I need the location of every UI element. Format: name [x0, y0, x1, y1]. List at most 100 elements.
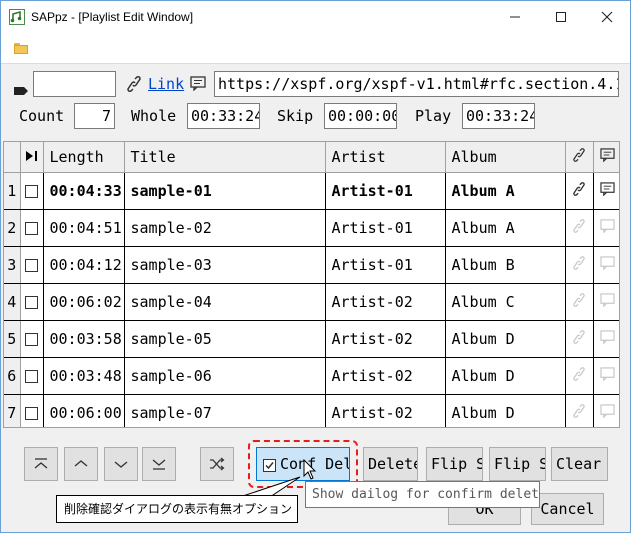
delete-button[interactable]: Delete: [363, 447, 418, 481]
header-link-icon[interactable]: [565, 142, 594, 173]
open-folder-icon[interactable]: [14, 43, 28, 54]
chevron-down-icon: [114, 461, 128, 468]
table-row[interactable]: 2 00:04:51 sample-02 Artist-01 Album A: [4, 209, 619, 247]
count-field: 7: [74, 103, 115, 129]
move-down-button[interactable]: [104, 447, 138, 481]
cell-length[interactable]: 00:04:12: [43, 246, 125, 284]
row-checkbox[interactable]: [20, 209, 44, 247]
minimize-button[interactable]: [492, 1, 538, 32]
move-up-button[interactable]: [64, 447, 98, 481]
table-row[interactable]: 5 00:03:58 sample-05 Artist-02 Album D: [4, 320, 619, 358]
tag-icon: [14, 80, 28, 95]
whole-field: 00:33:24: [187, 103, 260, 129]
cell-artist[interactable]: Artist-01: [325, 172, 446, 210]
cell-title[interactable]: sample-06: [124, 357, 326, 395]
close-button[interactable]: [584, 1, 630, 32]
header-comment-icon[interactable]: [593, 142, 619, 173]
row-checkbox[interactable]: [20, 246, 44, 284]
cell-artist[interactable]: Artist-02: [325, 283, 446, 321]
row-link-icon[interactable]: [565, 283, 594, 321]
row-number: 4: [4, 283, 21, 321]
move-bottom-button[interactable]: [142, 447, 176, 481]
table-row[interactable]: 3 00:04:12 sample-03 Artist-01 Album B: [4, 246, 619, 284]
cell-artist[interactable]: Artist-02: [325, 357, 446, 395]
url-input[interactable]: https://xspf.org/xspf-v1.html#rfc.sectio…: [214, 71, 619, 97]
table-row[interactable]: 6 00:03:48 sample-06 Artist-02 Album D: [4, 357, 619, 395]
window-title: SAPpz - [Playlist Edit Window]: [31, 9, 194, 24]
cell-album[interactable]: Album B: [445, 246, 566, 284]
clear-button[interactable]: Clear: [551, 447, 608, 481]
cell-length[interactable]: 00:03:58: [43, 320, 125, 358]
row-comment-icon[interactable]: [593, 209, 619, 247]
whole-label: Whole: [131, 107, 177, 125]
header-artist[interactable]: Artist: [325, 142, 446, 173]
row-link-icon[interactable]: [565, 172, 594, 210]
table-row[interactable]: 1 00:04:33 sample-01 Artist-01 Album A: [4, 172, 619, 210]
row-checkbox[interactable]: [20, 394, 44, 427]
cell-album[interactable]: Album A: [445, 209, 566, 247]
skip-label: Skip: [277, 107, 314, 125]
annotation-callout: 削除確認ダイアログの表示有無オプション: [56, 495, 298, 523]
flip-skip-button-2[interactable]: Flip S: [489, 447, 546, 481]
tooltip: Show dailog for confirm delete.: [305, 481, 540, 508]
tag-input[interactable]: [33, 71, 116, 97]
row-checkbox[interactable]: [20, 172, 44, 210]
cell-title[interactable]: sample-03: [124, 246, 326, 284]
cell-length[interactable]: 00:06:02: [43, 283, 125, 321]
row-checkbox[interactable]: [20, 320, 44, 358]
shuffle-button[interactable]: [200, 447, 234, 481]
row-number: 6: [4, 357, 21, 395]
row-link-icon[interactable]: [565, 394, 594, 427]
cell-length[interactable]: 00:04:33: [43, 172, 125, 210]
row-link-icon[interactable]: [565, 320, 594, 358]
table-row[interactable]: 4 00:06:02 sample-04 Artist-02 Album C: [4, 283, 619, 321]
table-row[interactable]: 7 00:06:00 sample-07 Artist-02 Album D: [4, 394, 619, 427]
cell-album[interactable]: Album C: [445, 283, 566, 321]
cancel-button[interactable]: Cancel: [531, 493, 604, 525]
header-length[interactable]: Length: [43, 142, 125, 173]
cell-album[interactable]: Album D: [445, 320, 566, 358]
playlist-edit-window: SAPpz - [Playlist Edit Window] Link http…: [0, 0, 631, 533]
play-column-icon[interactable]: [20, 142, 44, 173]
flip-skip-button-1[interactable]: Flip S: [426, 447, 483, 481]
play-label: Play: [415, 107, 452, 125]
toolbar: [1, 32, 630, 64]
header-title[interactable]: Title: [124, 142, 326, 173]
link-icon: [127, 76, 141, 96]
play-field: 00:33:24: [462, 103, 535, 129]
cell-artist[interactable]: Artist-01: [325, 209, 446, 247]
row-link-icon[interactable]: [565, 209, 594, 247]
row-checkbox[interactable]: [20, 357, 44, 395]
row-link-icon[interactable]: [565, 246, 594, 284]
row-comment-icon[interactable]: [593, 172, 619, 210]
cell-album[interactable]: Album D: [445, 357, 566, 395]
link-label[interactable]: Link: [148, 71, 184, 97]
row-comment-icon[interactable]: [593, 283, 619, 321]
chevron-up-icon: [74, 460, 88, 467]
cell-title[interactable]: sample-02: [124, 209, 326, 247]
maximize-button[interactable]: [538, 1, 584, 32]
cell-title[interactable]: sample-01: [124, 172, 326, 210]
cell-artist[interactable]: Artist-01: [325, 246, 446, 284]
cell-length[interactable]: 00:06:00: [43, 394, 125, 427]
row-comment-icon[interactable]: [593, 320, 619, 358]
cell-title[interactable]: sample-07: [124, 394, 326, 427]
cell-artist[interactable]: Artist-02: [325, 320, 446, 358]
cell-artist[interactable]: Artist-02: [325, 394, 446, 427]
row-link-icon[interactable]: [565, 357, 594, 395]
cell-album[interactable]: Album A: [445, 172, 566, 210]
row-comment-icon[interactable]: [593, 357, 619, 395]
row-number: 1: [4, 172, 21, 210]
cell-title[interactable]: sample-04: [124, 283, 326, 321]
header-album[interactable]: Album: [445, 142, 566, 173]
cell-length[interactable]: 00:03:48: [43, 357, 125, 395]
row-number: 5: [4, 320, 21, 358]
cell-title[interactable]: sample-05: [124, 320, 326, 358]
row-comment-icon[interactable]: [593, 394, 619, 427]
row-checkbox[interactable]: [20, 283, 44, 321]
cell-length[interactable]: 00:04:51: [43, 209, 125, 247]
app-icon: [9, 8, 25, 25]
move-top-button[interactable]: [24, 447, 58, 481]
row-comment-icon[interactable]: [593, 246, 619, 284]
cell-album[interactable]: Album D: [445, 394, 566, 427]
